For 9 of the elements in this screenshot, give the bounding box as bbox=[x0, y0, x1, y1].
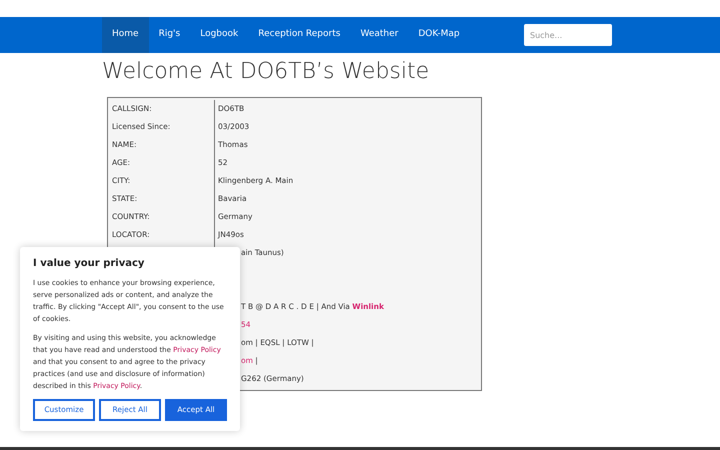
nav-link[interactable]: DOK-Map bbox=[408, 17, 470, 53]
page-title: Welcome At DO6TB’s Website bbox=[102, 58, 430, 86]
nav-link[interactable]: Weather bbox=[350, 17, 408, 53]
search-field[interactable]: Suche... bbox=[524, 24, 612, 46]
nav-link[interactable]: Reception Reports bbox=[248, 17, 350, 53]
nav-link[interactable]: Logbook bbox=[190, 17, 248, 53]
nav-link[interactable]: Rig's bbox=[148, 17, 190, 53]
nav-link[interactable]: Home bbox=[102, 17, 149, 53]
banner-title: I value your privacy bbox=[33, 257, 146, 271]
